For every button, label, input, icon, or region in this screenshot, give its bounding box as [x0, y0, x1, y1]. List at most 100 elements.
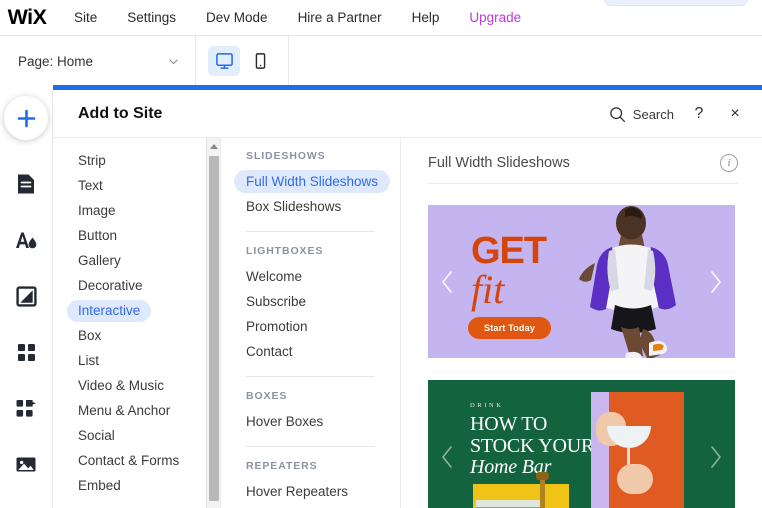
- category-item-list[interactable]: List: [53, 348, 220, 373]
- viewport-toggle: [196, 36, 289, 86]
- category-item-contact-forms[interactable]: Contact & Forms: [53, 448, 220, 473]
- subcategory-item-welcome[interactable]: Welcome: [221, 264, 400, 289]
- mobile-icon: [255, 53, 265, 69]
- subgroup-divider: [246, 376, 375, 377]
- panel-title: Add to Site: [78, 104, 163, 122]
- scrollbar-thumb[interactable]: [209, 156, 219, 501]
- category-label: Decorative: [78, 278, 143, 293]
- sidebar-item-pages[interactable]: [6, 164, 46, 204]
- category-label: Social: [78, 428, 115, 443]
- subcategory-item-box-slideshows[interactable]: Box Slideshows: [221, 194, 400, 219]
- chevron-down-icon: [169, 58, 178, 64]
- page-toolbar: Page: Home: [0, 36, 762, 86]
- subgroup-title-lightboxes: LIGHTBOXES: [246, 245, 324, 257]
- subcategory-item-hover-boxes[interactable]: Hover Boxes: [221, 409, 400, 434]
- category-scrollbar[interactable]: [206, 138, 220, 508]
- slideshow-thumbnail-home-bar[interactable]: DRINK HOW TO STOCK YOUR Home Bar: [428, 380, 735, 508]
- preview-pane: Full Width Slideshows i GET fit Start To…: [401, 138, 762, 508]
- chevron-right-icon[interactable]: [707, 444, 725, 470]
- category-item-video-music[interactable]: Video & Music: [53, 373, 220, 398]
- top-menu-bar: WiX Site Settings Dev Mode Hire a Partne…: [0, 0, 762, 36]
- subcategory-item-subscribe[interactable]: Subscribe: [221, 289, 400, 314]
- home-bar-stirrer: [540, 476, 545, 508]
- category-item-box[interactable]: Box: [53, 323, 220, 348]
- chevron-left-icon[interactable]: [438, 269, 456, 295]
- subcategory-label: Full Width Slideshows: [234, 170, 391, 193]
- info-icon[interactable]: i: [720, 154, 738, 172]
- subcategory-label: Box Slideshows: [246, 199, 342, 214]
- category-item-embed[interactable]: Embed: [53, 473, 220, 498]
- chevron-left-icon[interactable]: [438, 444, 456, 470]
- category-item-decorative[interactable]: Decorative: [53, 273, 220, 298]
- top-right-action-chip[interactable]: [604, 0, 748, 6]
- panel-close-button[interactable]: ×: [724, 103, 746, 125]
- subcategory-item-hover-repeaters[interactable]: Hover Repeaters: [221, 479, 400, 504]
- app-market-icon: [16, 399, 36, 417]
- plus-icon: [17, 109, 35, 127]
- theme-icon: [16, 232, 37, 248]
- home-bar-line2: STOCK YOUR: [470, 434, 595, 457]
- sidebar-item-my-uploads[interactable]: [6, 444, 46, 484]
- menu-item-help[interactable]: Help: [412, 10, 440, 25]
- subgroup-divider: [246, 446, 375, 447]
- menu-item-hire-a-partner[interactable]: Hire a Partner: [298, 10, 382, 25]
- slideshow-thumbnail-list: GET fit Start Today DRINK HOW TO STOCK Y…: [428, 205, 750, 508]
- subcategory-item-promotion[interactable]: Promotion: [221, 314, 400, 339]
- category-item-text[interactable]: Text: [53, 173, 220, 198]
- category-list: Strip Text Image Button Gallery Decorati…: [53, 138, 221, 508]
- category-item-social[interactable]: Social: [53, 423, 220, 448]
- panel-search-button[interactable]: Search: [609, 106, 674, 123]
- add-elements-button[interactable]: [4, 96, 48, 140]
- category-label: Interactive: [67, 299, 152, 322]
- search-icon: [610, 106, 625, 122]
- mobile-view-button[interactable]: [244, 46, 276, 76]
- wix-logo[interactable]: WiX: [8, 6, 47, 30]
- category-item-gallery[interactable]: Gallery: [53, 248, 220, 273]
- page-selector[interactable]: Page: Home: [0, 36, 196, 86]
- wix-editor-window: WiX Site Settings Dev Mode Hire a Partne…: [0, 0, 762, 508]
- chevron-right-icon[interactable]: [707, 269, 725, 295]
- add-to-site-panel: Add to Site Search ? × Strip Text Image: [53, 90, 762, 508]
- category-label: Image: [78, 203, 116, 218]
- left-toolbar-rail: [0, 90, 53, 508]
- menu-item-dev-mode[interactable]: Dev Mode: [206, 10, 268, 25]
- menu-item-upgrade[interactable]: Upgrade: [469, 10, 521, 25]
- subcategory-list: SLIDESHOWS Full Width Slideshows Box Sli…: [221, 138, 401, 508]
- subcategory-item-full-width-slideshows[interactable]: Full Width Slideshows: [221, 169, 400, 194]
- home-bar-kicker: DRINK: [470, 402, 504, 409]
- slideshow-thumbnail-get-fit[interactable]: GET fit Start Today: [428, 205, 735, 358]
- sidebar-item-add-apps[interactable]: [6, 332, 46, 372]
- category-item-menu-anchor[interactable]: Menu & Anchor: [53, 398, 220, 423]
- category-item-image[interactable]: Image: [53, 198, 220, 223]
- desktop-view-button[interactable]: [208, 46, 240, 76]
- panel-help-button[interactable]: ?: [688, 103, 710, 125]
- home-bar-slide-canvas: DRINK HOW TO STOCK YOUR Home Bar: [428, 380, 735, 508]
- desktop-icon: [215, 53, 233, 69]
- category-label: Text: [78, 178, 103, 193]
- category-item-interactive[interactable]: Interactive: [53, 298, 220, 323]
- pages-icon: [18, 174, 34, 194]
- category-label: Box: [78, 328, 102, 343]
- subgroup-title-slideshows: SLIDESHOWS: [246, 150, 326, 162]
- get-fit-line2: fit: [471, 267, 505, 313]
- apps-grid-icon: [17, 343, 35, 361]
- sidebar-item-theme-design[interactable]: [6, 220, 46, 260]
- subgroup-divider: [246, 231, 375, 232]
- preview-header: Full Width Slideshows i: [428, 154, 738, 184]
- category-label: Embed: [78, 478, 121, 493]
- panel-header: Add to Site Search ? ×: [53, 90, 762, 138]
- home-bar-headline: HOW TO STOCK YOUR Home Bar: [470, 413, 595, 479]
- start-today-button[interactable]: Start Today: [468, 317, 552, 339]
- menu-item-settings[interactable]: Settings: [127, 10, 176, 25]
- scroll-up-arrow-icon[interactable]: [210, 144, 218, 149]
- sidebar-item-app-market[interactable]: [6, 388, 46, 428]
- subcategory-label: Hover Boxes: [246, 414, 324, 429]
- subcategory-item-contact[interactable]: Contact: [221, 339, 400, 364]
- menu-item-site[interactable]: Site: [74, 10, 97, 25]
- cocktail-hand-bottom: [617, 464, 653, 494]
- background-icon: [15, 285, 37, 307]
- category-item-button[interactable]: Button: [53, 223, 220, 248]
- sidebar-item-background[interactable]: [6, 276, 46, 316]
- home-bar-line3: Home Bar: [470, 456, 552, 479]
- category-item-strip[interactable]: Strip: [53, 148, 220, 173]
